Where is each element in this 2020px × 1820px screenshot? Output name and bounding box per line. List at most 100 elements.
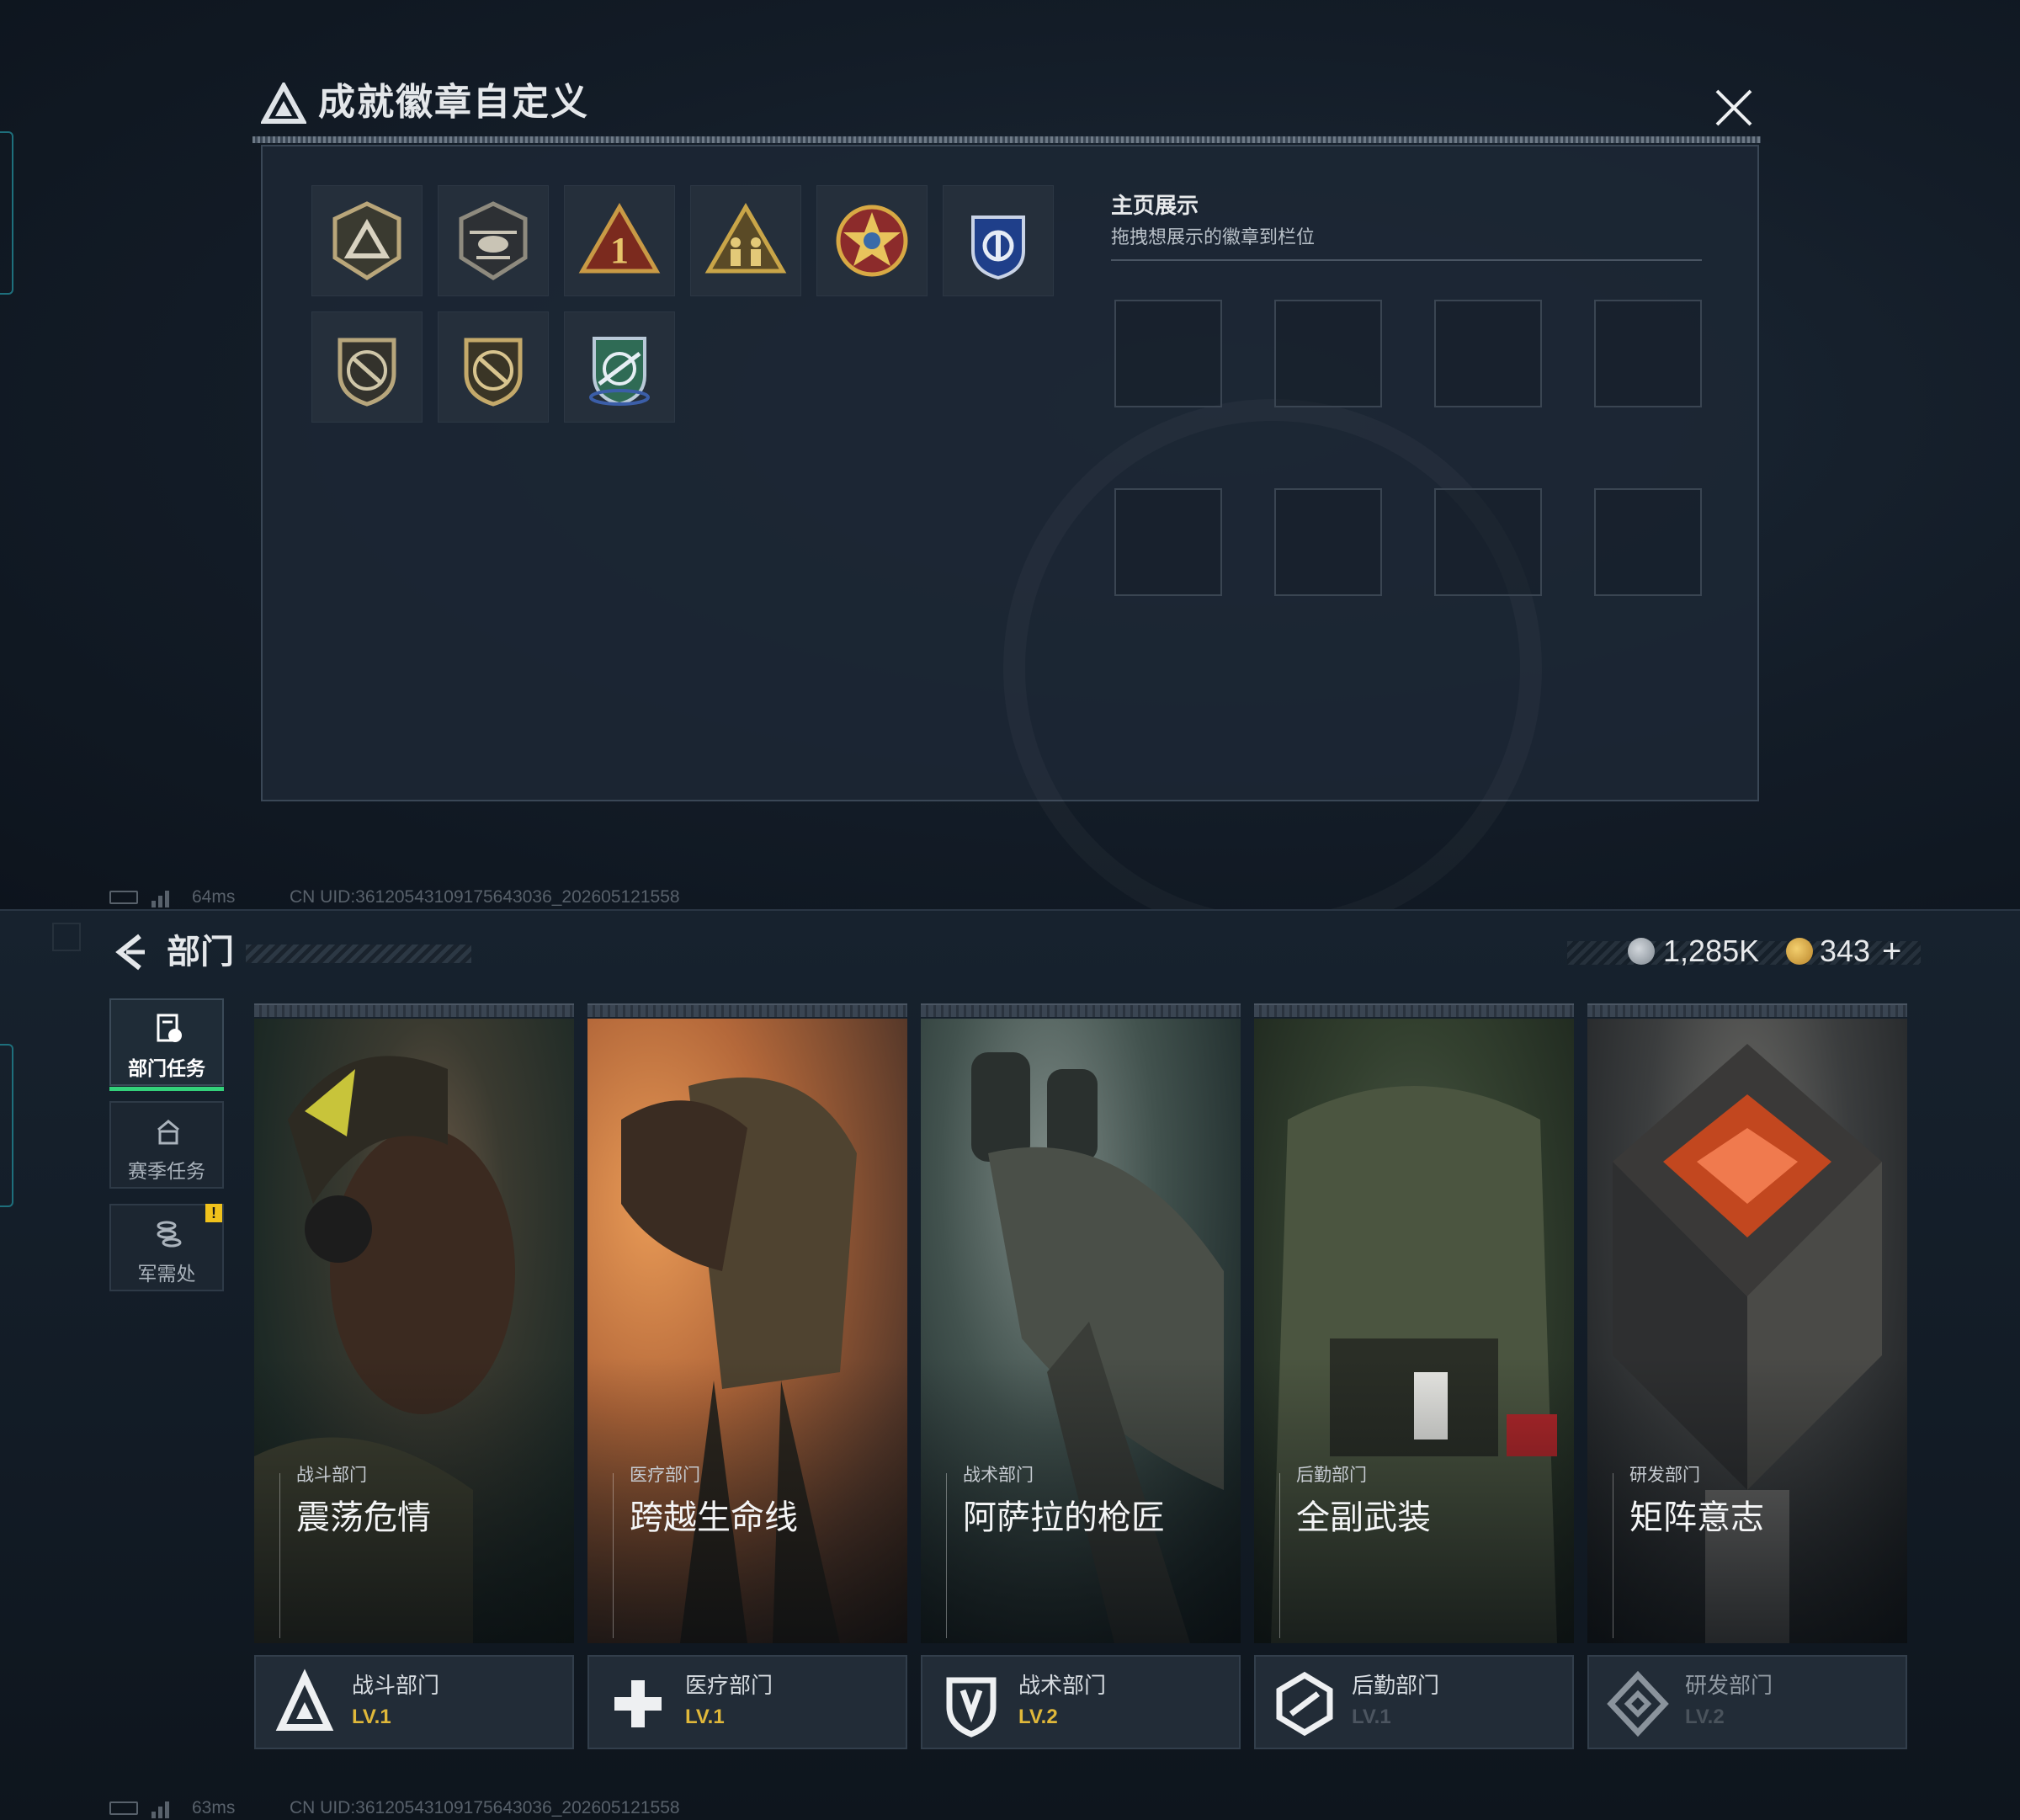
badge-customization-screen: 成就徽章自定义 1 主页展示 拖拽想展示的徽章到栏位 64ms CN UID:3… (0, 0, 2020, 909)
card-dept-label: 研发部门 (1629, 1466, 1700, 1485)
dept-card-medical[interactable]: 医疗部门 跨越生命线 医疗部门 LV.1 (587, 1003, 907, 1751)
footer-level: LV.1 (1352, 1706, 1391, 1728)
card-artwork (587, 1019, 907, 1643)
card-topbar (254, 1003, 574, 1017)
card-guide-line (279, 1473, 280, 1638)
card-footer: 战术部门 LV.2 (921, 1655, 1241, 1749)
card-artwork (254, 1019, 574, 1643)
footer-level: LV.2 (1018, 1706, 1058, 1728)
coin-icon (1628, 938, 1655, 965)
squad-triangle-badge-icon (704, 203, 787, 274)
battery-icon (109, 891, 138, 904)
modal-title: 成就徽章自定义 (318, 82, 589, 123)
medic-carrying-art (621, 1078, 857, 1643)
crossed-rifle-shield-badge-2[interactable] (438, 311, 549, 423)
card-dept-label: 战术部门 (963, 1466, 1034, 1485)
department-screen: 部门 1,285K 343 + 部门任务 赛季任务 军需处 ! 战斗部门 震荡危… (0, 909, 2020, 1820)
showcase-slot[interactable] (1274, 300, 1382, 407)
showcase-slot[interactable] (1274, 488, 1382, 596)
number-one-triangle-badge[interactable]: 1 (564, 185, 675, 296)
card-topbar (587, 1003, 907, 1017)
card-mission-title: 全副武装 (1296, 1499, 1431, 1536)
coin-balance: 1,285K (1663, 934, 1760, 968)
tab-season-missions[interactable]: 赛季任务 (109, 1101, 224, 1189)
footer-dept-name: 战术部门 (1018, 1673, 1107, 1698)
showcase-slot[interactable] (1434, 488, 1542, 596)
card-footer: 后勤部门 LV.1 (1254, 1655, 1574, 1749)
tab-department-missions[interactable]: 部门任务 (109, 998, 224, 1091)
number-one-triangle-badge-icon: 1 (578, 203, 661, 274)
uid-text: CN UID:36120543109175643036_202605121558 (290, 887, 680, 907)
card-topbar (921, 1003, 1241, 1017)
footer-dept-name: 研发部门 (1685, 1673, 1773, 1698)
card-footer: 医疗部门 LV.1 (587, 1655, 907, 1749)
squad-triangle-badge[interactable] (690, 185, 801, 296)
back-arrow-icon[interactable] (108, 929, 153, 975)
card-footer: 研发部门 LV.2 (1587, 1655, 1907, 1749)
mission-doc-icon (157, 1014, 182, 1042)
footer-dept-name: 后勤部门 (1352, 1673, 1440, 1698)
showcase-hint: 拖拽想展示的徽章到栏位 (1111, 226, 1316, 247)
footer-dept-name: 战斗部门 (352, 1673, 440, 1698)
triangle-logo-icon (261, 82, 306, 124)
corner-marker (52, 923, 81, 951)
blue-crest-badge[interactable] (943, 185, 1054, 296)
coin-stack-icon (157, 1221, 182, 1248)
showcase-title: 主页展示 (1111, 193, 1199, 218)
token-balance: 343 (1820, 934, 1871, 968)
nightvision-operator-art (971, 1052, 1224, 1643)
card-dept-label: 战斗部门 (296, 1466, 367, 1485)
card-artwork (1254, 1019, 1574, 1643)
badge-modal: 1 主页展示 拖拽想展示的徽章到栏位 (261, 145, 1759, 801)
tab-label: 军需处 (137, 1263, 196, 1285)
matrix-cube-art (1613, 1044, 1882, 1643)
signal-icon (152, 1801, 169, 1818)
dept-card-combat[interactable]: 战斗部门 震荡危情 战斗部门 LV.1 (254, 1003, 574, 1751)
logistics-dept-icon (1276, 1671, 1333, 1737)
dept-card-logistics[interactable]: 后勤部门 全副武装 后勤部门 LV.1 (1254, 1003, 1574, 1751)
star-medal-badge[interactable] (816, 185, 928, 296)
card-guide-line (946, 1473, 947, 1638)
season-chevron-icon (157, 1120, 179, 1145)
research-dept-icon (1607, 1670, 1669, 1738)
card-dept-label: 后勤部门 (1296, 1466, 1367, 1485)
footer-dept-name: 医疗部门 (685, 1673, 773, 1698)
tactical-vest-art (1271, 1086, 1557, 1643)
card-mission-title: 阿萨拉的枪匠 (963, 1499, 1165, 1536)
battery-icon (109, 1801, 138, 1815)
svg-text:1: 1 (610, 230, 629, 271)
triangle-shield-badge[interactable] (311, 185, 423, 296)
uid-text: CN UID:36120543109175643036_202605121558 (290, 1798, 680, 1817)
modal-titlebar: 成就徽章自定义 (252, 77, 1761, 143)
crossed-rifle-shield-badge-icon (338, 338, 396, 407)
close-icon[interactable] (1709, 82, 1759, 133)
card-topbar (1587, 1003, 1907, 1017)
token-icon (1786, 938, 1813, 965)
showcase-slot[interactable] (1114, 300, 1222, 407)
footer-level: LV.2 (1685, 1706, 1725, 1728)
page-title: 部门 (167, 934, 234, 971)
crossed-rifle-shield-badge[interactable] (311, 311, 423, 423)
add-currency-button[interactable]: + (1882, 934, 1901, 968)
edge-bracket (0, 1044, 13, 1207)
medical-dept-icon (614, 1680, 662, 1727)
showcase-slot[interactable] (1114, 488, 1222, 596)
green-crosshair-crest-badge[interactable] (564, 311, 675, 423)
latency-text: 64ms (192, 887, 236, 907)
showcase-slot[interactable] (1594, 300, 1702, 407)
showcase-slot[interactable] (1594, 488, 1702, 596)
card-artwork (1587, 1019, 1907, 1643)
showcase-slot[interactable] (1434, 300, 1542, 407)
green-crosshair-crest-badge-icon (589, 337, 650, 407)
helicopter-badge[interactable] (438, 185, 549, 296)
titlebar-stripe (252, 136, 1761, 143)
dept-card-tactical[interactable]: 战术部门 阿萨拉的枪匠 战术部门 LV.2 (921, 1003, 1241, 1751)
card-mission-title: 矩阵意志 (1629, 1499, 1764, 1536)
alert-badge: ! (205, 1204, 222, 1222)
footer-level: LV.1 (352, 1706, 391, 1728)
showcase-divider (1111, 259, 1702, 261)
footer-level: LV.1 (685, 1706, 725, 1728)
dept-card-research[interactable]: 研发部门 矩阵意志 研发部门 LV.2 (1587, 1003, 1907, 1751)
signal-icon (152, 891, 169, 907)
tab-quartermaster[interactable]: 军需处 ! (109, 1204, 224, 1291)
